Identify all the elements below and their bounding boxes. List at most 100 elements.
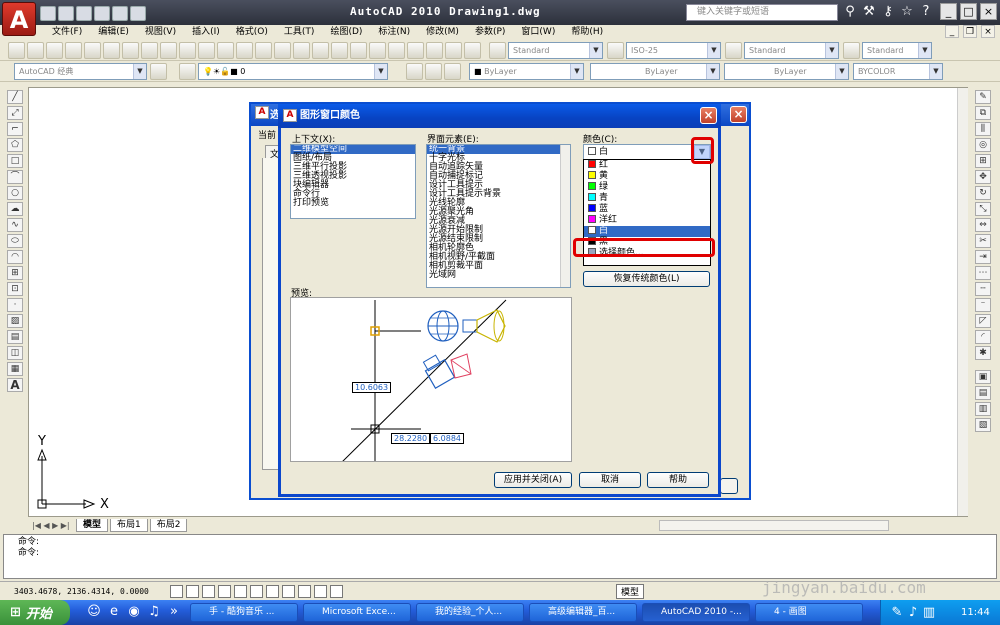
paste-icon[interactable] — [179, 42, 196, 59]
plot-icon[interactable] — [65, 42, 82, 59]
quick-properties-icon[interactable] — [330, 584, 343, 598]
binoculars-icon[interactable]: ⚲ — [842, 4, 858, 20]
color-option-yellow[interactable]: 黄 — [584, 171, 710, 182]
design-center-icon[interactable] — [369, 42, 386, 59]
polar-tracking-icon[interactable] — [234, 584, 247, 598]
ie-icon[interactable]: e — [106, 604, 122, 620]
help-button[interactable]: 帮助 — [647, 472, 709, 488]
dialog-close-button[interactable]: × — [700, 107, 717, 124]
task-autocad[interactable]: AutoCAD 2010 -... — [642, 603, 750, 622]
task-jingyan[interactable]: 我的经验_个人... — [416, 603, 524, 622]
table-icon[interactable]: ▦ — [7, 362, 23, 376]
ellipse-icon[interactable]: ⬭ — [7, 234, 23, 248]
context-item[interactable]: 打印预览 — [291, 199, 415, 208]
element-list-scrollbar[interactable] — [560, 145, 570, 287]
bring-front-icon[interactable]: ▤ — [975, 386, 991, 400]
stretch-icon[interactable]: ⇔ — [975, 218, 991, 232]
menu-modify[interactable]: 修改(M) — [418, 25, 467, 40]
messenger-icon[interactable]: ☺ — [86, 604, 102, 620]
zoom-window-icon[interactable] — [312, 42, 329, 59]
tray-pen-icon[interactable]: ✎ — [889, 605, 905, 621]
redo-icon[interactable] — [112, 5, 128, 21]
doc-minimize-button[interactable]: _ — [945, 25, 959, 38]
redo-tool-icon[interactable] — [255, 42, 272, 59]
save-icon[interactable] — [76, 5, 92, 21]
scale-icon[interactable]: ⤡ — [975, 202, 991, 216]
extend-icon[interactable]: ⇥ — [975, 250, 991, 264]
tab-model[interactable]: 模型 — [76, 518, 109, 532]
menu-edit[interactable]: 编辑(E) — [90, 25, 137, 40]
element-listbox[interactable]: 统一背景 十字光标 自动追踪矢量 自动捕捉标记 设计工具提示 设计工具提示背景 … — [426, 144, 571, 288]
minimize-button[interactable]: _ — [940, 3, 957, 20]
text-front-icon[interactable]: ▧ — [975, 418, 991, 432]
calculator-icon[interactable] — [445, 42, 462, 59]
media-icon[interactable]: ♫ — [146, 604, 162, 620]
menu-draw[interactable]: 绘图(D) — [322, 25, 370, 40]
model-space-button[interactable]: 模型 — [616, 583, 645, 599]
element-item[interactable]: 光域网 — [427, 271, 570, 280]
new-icon[interactable] — [40, 5, 56, 21]
text-style-icon[interactable] — [489, 42, 506, 59]
layer-combo[interactable]: 💡☀🔓■ 0 ▼ — [198, 63, 388, 80]
layer-previous-icon[interactable] — [425, 63, 442, 80]
ellipse-arc-icon[interactable]: ◠ — [7, 250, 23, 264]
move-icon[interactable]: ✥ — [975, 170, 991, 184]
chamfer-icon[interactable]: ◸ — [975, 314, 991, 328]
send-back-icon[interactable]: ▥ — [975, 402, 991, 416]
maximize-button[interactable]: □ — [960, 3, 977, 20]
break-icon[interactable]: ╌ — [975, 282, 991, 296]
restore-classic-colors-button[interactable]: 恢复传统颜色(L) — [583, 271, 710, 287]
tool-palettes-icon[interactable] — [388, 42, 405, 59]
line-icon[interactable]: ╱ — [7, 90, 23, 104]
multileader-style-icon[interactable] — [843, 42, 860, 59]
grid-display-icon[interactable] — [202, 584, 215, 598]
new-drawing-icon[interactable] — [8, 42, 25, 59]
task-excel[interactable]: Microsoft Exce... — [303, 603, 411, 622]
color-option-green[interactable]: 绿 — [584, 182, 710, 193]
start-button[interactable]: ⊞ 开始 — [0, 600, 70, 625]
zoom-previous-icon[interactable] — [331, 42, 348, 59]
options-help-button[interactable] — [720, 478, 738, 494]
match-properties-icon[interactable] — [198, 42, 215, 59]
show-desktop-icon[interactable]: » — [166, 604, 182, 620]
object-snap-tracking-icon[interactable] — [266, 584, 279, 598]
mtext-icon[interactable]: A — [7, 378, 23, 392]
close-button[interactable]: × — [980, 3, 997, 20]
insert-block-icon[interactable]: ⊞ — [7, 266, 23, 280]
wrench-icon[interactable]: ⚒ — [861, 4, 877, 20]
browser-icon[interactable]: ◉ — [126, 604, 142, 620]
erase-icon[interactable]: ✎ — [975, 90, 991, 104]
copy-icon[interactable] — [160, 42, 177, 59]
draworder-icon[interactable]: ▣ — [975, 370, 991, 384]
polyline-icon[interactable]: ⌐ — [7, 122, 23, 136]
sheet-set-icon[interactable] — [407, 42, 424, 59]
block-editor-icon[interactable] — [217, 42, 234, 59]
plot-preview-icon[interactable] — [84, 42, 101, 59]
region-icon[interactable]: ◫ — [7, 346, 23, 360]
options-close-button[interactable]: × — [730, 106, 747, 123]
apply-close-button[interactable]: 应用并关闭(A) — [494, 472, 572, 488]
color-control-combo[interactable]: ■ ByLayer ▼ — [469, 63, 584, 80]
multileader-style-combo[interactable]: Standard ▼ — [862, 42, 932, 59]
doc-restore-button[interactable]: ❐ — [963, 25, 977, 38]
object-snap-icon[interactable] — [250, 584, 263, 598]
undo-icon[interactable] — [94, 5, 110, 21]
menu-dimension[interactable]: 标注(N) — [370, 25, 418, 40]
vertical-scrollbar[interactable] — [957, 88, 968, 516]
array-icon[interactable]: ⊞ — [975, 154, 991, 168]
command-window[interactable]: 命令: 命令: — [3, 534, 997, 579]
color-option-white[interactable]: 白 — [584, 226, 710, 237]
app-menu-logo[interactable]: A — [2, 2, 36, 36]
menu-window[interactable]: 窗口(W) — [513, 25, 563, 40]
join-icon[interactable]: ⁻ — [975, 298, 991, 312]
break-at-point-icon[interactable]: ⋯ — [975, 266, 991, 280]
task-kugou[interactable]: 手 - 酷狗音乐 ... — [190, 603, 298, 622]
construction-line-icon[interactable]: ⤢ — [7, 106, 23, 120]
save-drawing-icon[interactable] — [46, 42, 63, 59]
menu-parametric[interactable]: 参数(P) — [467, 25, 513, 40]
infer-constraints-icon[interactable] — [170, 584, 183, 598]
spline-icon[interactable]: ∿ — [7, 218, 23, 232]
key-icon[interactable]: ⚷ — [880, 4, 896, 20]
menu-insert[interactable]: 插入(I) — [184, 25, 228, 40]
color-option-magenta[interactable]: 洋红 — [584, 215, 710, 226]
